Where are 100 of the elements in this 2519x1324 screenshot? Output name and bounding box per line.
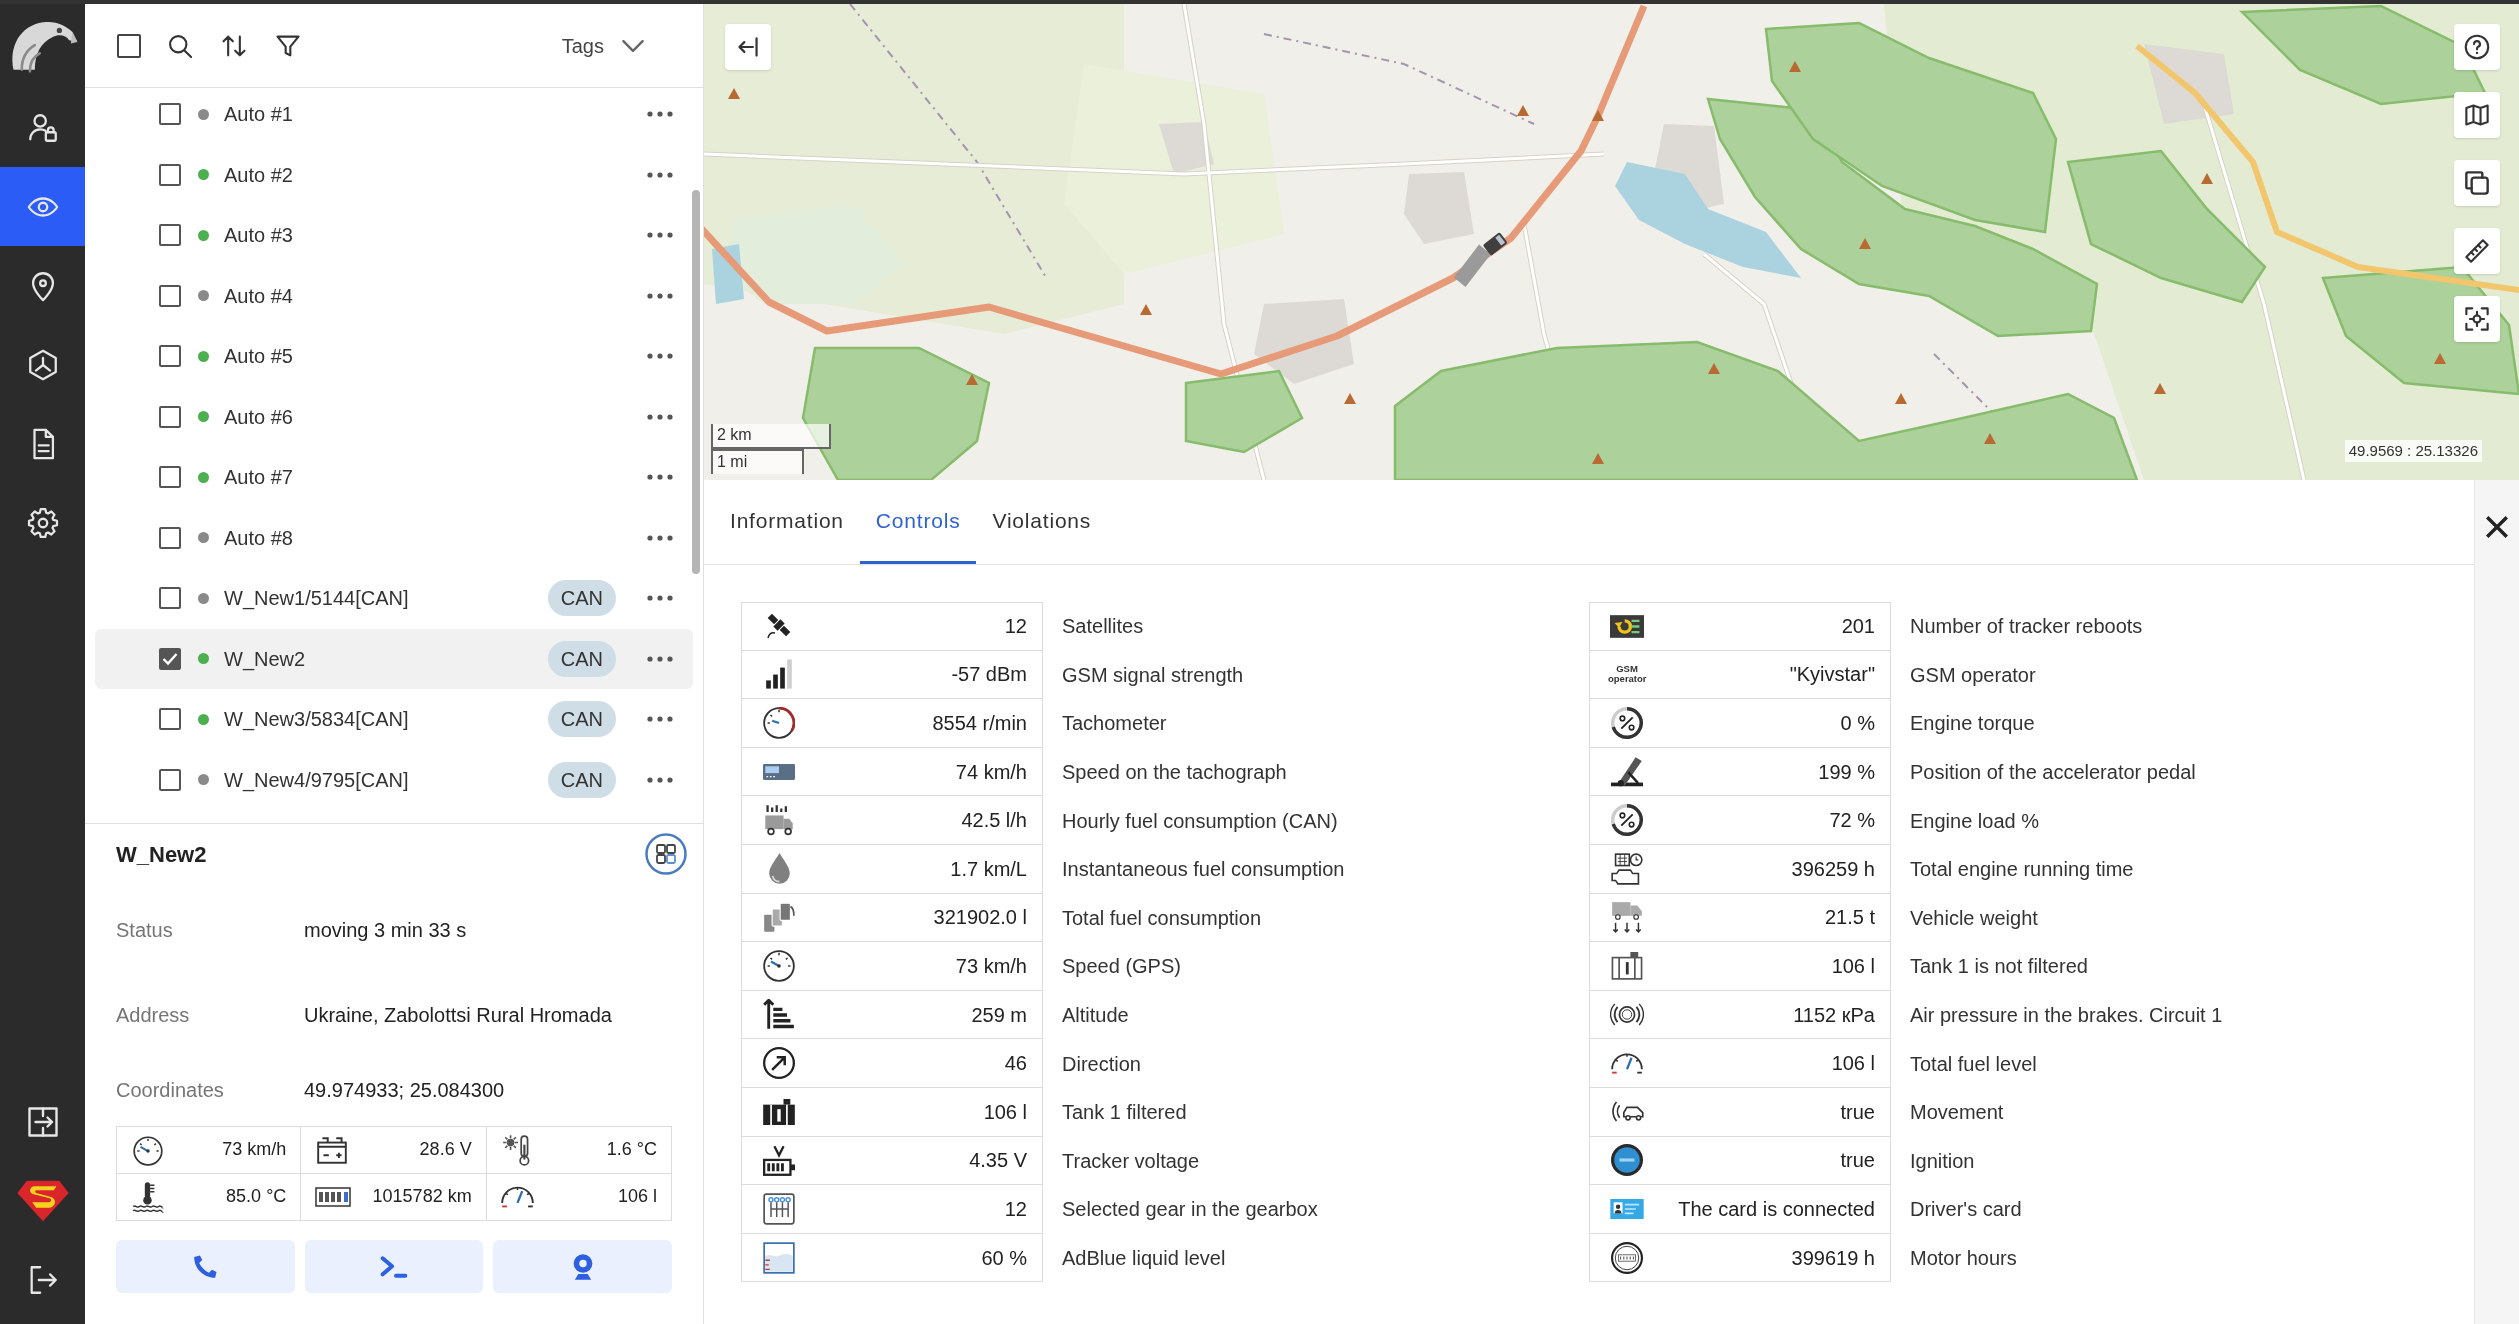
control-value: 73 km/h xyxy=(954,953,1028,979)
checkbox[interactable] xyxy=(159,587,181,610)
control-value: 1.7 km/L xyxy=(949,856,1028,882)
camera-button[interactable] xyxy=(493,1240,672,1293)
checkbox[interactable] xyxy=(159,647,181,670)
control-value: 199 % xyxy=(1817,759,1876,785)
vehicle-list-item[interactable]: W_New4/9795[CAN] CAN xyxy=(95,749,693,810)
checkbox[interactable] xyxy=(159,103,181,126)
checkbox[interactable] xyxy=(159,224,181,247)
vehicle-list-item[interactable]: W_New2 CAN xyxy=(95,628,693,689)
control-label: Total fuel consumption xyxy=(1061,905,1261,931)
vehicle-list-item[interactable]: Auto #2 xyxy=(95,144,693,205)
ruler-icon xyxy=(2464,238,2490,264)
more-options-icon[interactable] xyxy=(647,716,673,723)
shield-emblem-icon[interactable] xyxy=(15,1178,70,1223)
percent-dial-icon xyxy=(1611,707,1643,739)
sensor-value: 85.0 °C xyxy=(226,1185,287,1209)
scrollbar[interactable] xyxy=(692,190,700,574)
round-button-icon xyxy=(1611,1144,1643,1177)
scale-label: 1 mi xyxy=(711,449,804,474)
fuel-gauge-icon xyxy=(1611,1052,1643,1074)
vehicle-name: Auto #1 xyxy=(224,102,293,128)
focus-button[interactable] xyxy=(2454,296,2500,342)
engine-timer-icon xyxy=(1611,852,1643,885)
battery-voltage-icon xyxy=(763,1144,795,1176)
checkbox[interactable] xyxy=(159,405,181,428)
vehicle-name: Auto #2 xyxy=(224,162,293,188)
tab[interactable]: Information xyxy=(714,480,860,564)
fuel-pumps-icon xyxy=(763,901,795,933)
odometer-icon xyxy=(315,1184,352,1209)
tags-dropdown[interactable]: Tags xyxy=(561,30,644,61)
vehicle-list-item[interactable]: Auto #8 xyxy=(95,507,693,568)
control-value: 72 % xyxy=(1828,808,1876,834)
checkbox[interactable] xyxy=(159,284,181,307)
signal-bars-icon xyxy=(765,658,793,691)
truck-weight-icon xyxy=(1611,901,1643,934)
control-value: 106 l xyxy=(1830,1051,1876,1077)
map-layers-button[interactable] xyxy=(2454,92,2500,138)
checkbox[interactable] xyxy=(159,466,181,489)
vehicle-list-item[interactable]: Auto #7 xyxy=(95,447,693,508)
vehicle-list-item[interactable]: Auto #6 xyxy=(95,386,693,447)
field-value: moving 3 min 33 s xyxy=(304,918,467,943)
collapse-panel-button[interactable] xyxy=(725,24,771,70)
copy-button[interactable] xyxy=(2454,160,2500,206)
more-options-icon[interactable] xyxy=(647,232,673,239)
operator-icon-caption: GSM operator xyxy=(1608,664,1646,685)
control-value: 106 l xyxy=(982,1099,1028,1125)
more-options-icon[interactable] xyxy=(647,655,673,662)
more-options-icon[interactable] xyxy=(647,111,673,118)
vehicle-marker-icon[interactable] xyxy=(1452,232,1508,288)
control-value: 60 % xyxy=(980,1245,1028,1271)
brake-pressure-icon xyxy=(1610,1003,1644,1027)
grid-view-icon[interactable] xyxy=(645,833,687,875)
control-value: true xyxy=(1839,1099,1876,1125)
more-options-icon[interactable] xyxy=(647,474,673,481)
checkbox[interactable] xyxy=(159,163,181,186)
control-label: Hourly fuel consumption (CAN) xyxy=(1061,808,1338,834)
pedal-icon xyxy=(1611,756,1643,788)
vehicle-name: Auto #6 xyxy=(224,404,293,430)
liquid-tank-icon xyxy=(763,1241,795,1274)
control-label: Tank 1 is not filtered xyxy=(1909,954,2088,980)
vehicle-list-item[interactable]: Auto #1 xyxy=(95,88,693,145)
vehicle-name: W_New1/5144[CAN] xyxy=(224,586,409,612)
vehicle-list-item[interactable]: W_New1/5144[CAN] CAN xyxy=(95,568,693,629)
control-value: 46 xyxy=(1003,1051,1028,1077)
vehicle-list-item[interactable]: Auto #3 xyxy=(95,205,693,266)
more-options-icon[interactable] xyxy=(647,776,673,783)
control-label: Engine torque xyxy=(1909,711,2035,737)
vehicle-list-item[interactable]: Auto #5 xyxy=(95,326,693,387)
more-options-icon[interactable] xyxy=(647,353,673,360)
tab[interactable]: Violations xyxy=(976,480,1108,564)
vehicle-name: Auto #5 xyxy=(224,344,293,370)
checkbox[interactable] xyxy=(159,708,181,731)
more-options-icon[interactable] xyxy=(647,534,673,541)
hour-meter-icon xyxy=(1611,1241,1643,1274)
map-coordinates: 49.9569 : 25.13326 xyxy=(2344,439,2482,462)
select-all-checkbox[interactable] xyxy=(117,33,141,58)
tab[interactable]: Controls xyxy=(859,480,977,564)
control-label: Total fuel level xyxy=(1909,1051,2037,1077)
control-label: AdBlue liquid level xyxy=(1061,1246,1226,1271)
vehicle-list-item[interactable]: W_New3/5834[CAN] CAN xyxy=(95,689,693,750)
checkbox[interactable] xyxy=(159,768,181,791)
truck-bars-icon xyxy=(764,804,794,837)
checkbox[interactable] xyxy=(159,345,181,368)
checkbox[interactable] xyxy=(159,526,181,549)
help-button[interactable] xyxy=(2454,24,2500,70)
control-label: GSM operator xyxy=(1909,662,2036,688)
more-options-icon[interactable] xyxy=(647,413,673,420)
more-options-icon[interactable] xyxy=(647,595,673,602)
close-icon[interactable] xyxy=(2486,516,2508,538)
ruler-button[interactable] xyxy=(2454,228,2500,274)
sensor-value: 73 km/h xyxy=(222,1138,287,1162)
more-options-icon[interactable] xyxy=(647,171,673,178)
vehicle-list-item[interactable]: Auto #4 xyxy=(95,265,693,326)
control-value: 12 xyxy=(1003,1196,1028,1222)
more-options-icon[interactable] xyxy=(647,292,673,299)
altitude-icon xyxy=(763,999,795,1031)
vehicle-title: W_New2 xyxy=(116,840,207,869)
sensor-value: 1015782 km xyxy=(372,1185,472,1209)
control-value: 12 xyxy=(1003,614,1028,640)
